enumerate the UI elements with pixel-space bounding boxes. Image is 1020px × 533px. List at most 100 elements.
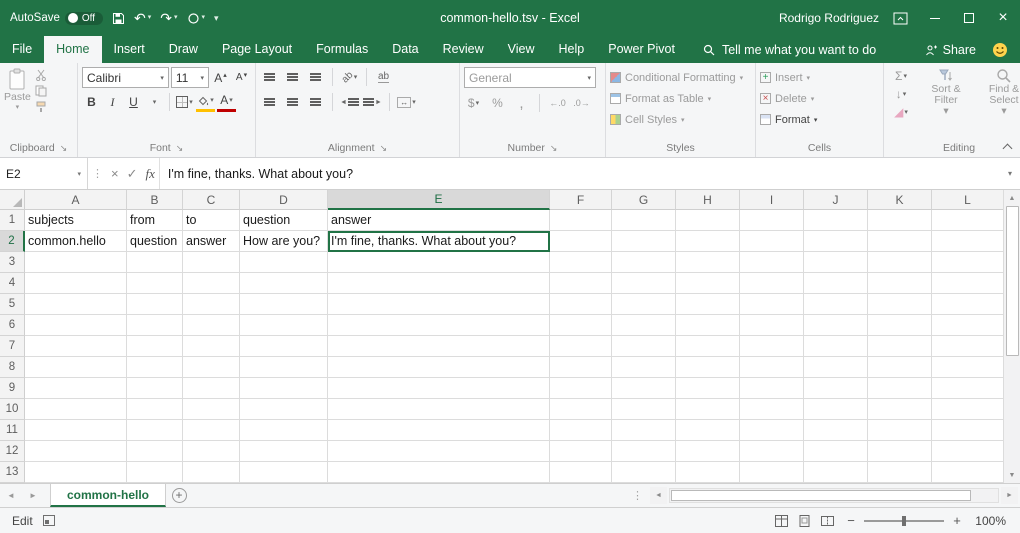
tab-view[interactable]: View <box>496 36 547 63</box>
cell-D2[interactable]: How are you? <box>240 231 328 252</box>
cell-K7[interactable] <box>868 336 932 357</box>
cell-B5[interactable] <box>127 294 183 315</box>
cell-C7[interactable] <box>183 336 240 357</box>
cell-K4[interactable] <box>868 273 932 294</box>
cell-D9[interactable] <box>240 378 328 399</box>
align-top-button[interactable] <box>260 67 279 87</box>
cell-H13[interactable] <box>676 462 740 483</box>
cell-E11[interactable] <box>328 420 550 441</box>
cell-K11[interactable] <box>868 420 932 441</box>
cell-H7[interactable] <box>676 336 740 357</box>
cell-H10[interactable] <box>676 399 740 420</box>
column-header-A[interactable]: A <box>25 190 127 210</box>
cell-J6[interactable] <box>804 315 868 336</box>
italic-button[interactable]: I <box>103 92 122 112</box>
cell-L3[interactable] <box>932 252 1003 273</box>
cell-B1[interactable]: from <box>127 210 183 231</box>
cell-J11[interactable] <box>804 420 868 441</box>
touch-mouse-mode-button[interactable]: ▾ <box>187 11 206 25</box>
customize-quick-access-button[interactable]: ▾ <box>214 11 219 25</box>
cell-I2[interactable] <box>740 231 804 252</box>
accounting-format-button[interactable]: $▾ <box>464 93 483 113</box>
cell-I13[interactable] <box>740 462 804 483</box>
cell-H2[interactable] <box>676 231 740 252</box>
cell-F5[interactable] <box>550 294 612 315</box>
vertical-scroll-thumb[interactable] <box>1006 206 1019 356</box>
cell-L2[interactable] <box>932 231 1003 252</box>
cell-E5[interactable] <box>328 294 550 315</box>
tab-review[interactable]: Review <box>431 36 496 63</box>
cell-A5[interactable] <box>25 294 127 315</box>
cell-G3[interactable] <box>612 252 676 273</box>
cell-J12[interactable] <box>804 441 868 462</box>
autosave-toggle[interactable]: AutoSave Off <box>10 12 103 25</box>
cell-A10[interactable] <box>25 399 127 420</box>
merge-center-button[interactable]: ↔▾ <box>397 92 416 112</box>
cell-H4[interactable] <box>676 273 740 294</box>
increase-font-size-button[interactable]: A▴ <box>211 68 230 88</box>
zoom-slider[interactable] <box>864 520 944 522</box>
cell-L10[interactable] <box>932 399 1003 420</box>
row-header-13[interactable]: 13 <box>0 462 25 483</box>
cell-D4[interactable] <box>240 273 328 294</box>
cell-D11[interactable] <box>240 420 328 441</box>
user-name[interactable]: Rodrigo Rodriguez <box>779 11 879 25</box>
cell-L4[interactable] <box>932 273 1003 294</box>
page-break-view-icon[interactable] <box>821 515 834 527</box>
row-header-11[interactable]: 11 <box>0 420 25 441</box>
cell-K2[interactable] <box>868 231 932 252</box>
cell-A1[interactable]: subjects <box>25 210 127 231</box>
underline-dropdown[interactable]: ▾ <box>145 92 164 112</box>
decrease-decimal-button[interactable]: .0→ <box>572 93 591 113</box>
column-header-L[interactable]: L <box>932 190 1003 210</box>
column-header-E[interactable]: E <box>328 190 550 210</box>
fill-color-button[interactable]: ▾ <box>196 92 215 112</box>
cell-A2[interactable]: common.hello <box>25 231 127 252</box>
cell-I9[interactable] <box>740 378 804 399</box>
font-dialog-launcher[interactable]: ↘ <box>176 144 184 153</box>
cell-G5[interactable] <box>612 294 676 315</box>
cell-F7[interactable] <box>550 336 612 357</box>
row-header-5[interactable]: 5 <box>0 294 25 315</box>
cell-F13[interactable] <box>550 462 612 483</box>
column-header-C[interactable]: C <box>183 190 240 210</box>
increase-decimal-button[interactable]: ←.0 <box>548 93 567 113</box>
cell-E3[interactable] <box>328 252 550 273</box>
cell-B4[interactable] <box>127 273 183 294</box>
align-left-button[interactable] <box>260 92 279 112</box>
tell-me-search[interactable]: Tell me what you want to do <box>703 36 876 63</box>
zoom-in-button[interactable]: + <box>952 513 962 528</box>
zoom-percentage[interactable]: 100% <box>970 514 1006 528</box>
cell-H1[interactable] <box>676 210 740 231</box>
cell-H3[interactable] <box>676 252 740 273</box>
cell-K8[interactable] <box>868 357 932 378</box>
tab-power-pivot[interactable]: Power Pivot <box>596 36 687 63</box>
cell-A12[interactable] <box>25 441 127 462</box>
cell-G12[interactable] <box>612 441 676 462</box>
cell-F6[interactable] <box>550 315 612 336</box>
cell-H9[interactable] <box>676 378 740 399</box>
tab-draw[interactable]: Draw <box>157 36 210 63</box>
cell-K9[interactable] <box>868 378 932 399</box>
cell-F11[interactable] <box>550 420 612 441</box>
scroll-down-button[interactable]: ▼ <box>1004 467 1020 483</box>
cell-B13[interactable] <box>127 462 183 483</box>
cell-C8[interactable] <box>183 357 240 378</box>
redo-dropdown-icon[interactable]: ▾ <box>174 11 178 25</box>
format-cells-button[interactable]: Format ▾ <box>760 109 879 130</box>
enter-button[interactable]: ✓ <box>127 166 138 182</box>
align-center-button[interactable] <box>283 92 302 112</box>
cell-L11[interactable] <box>932 420 1003 441</box>
name-box-dropdown-icon[interactable]: ▾ <box>77 170 81 178</box>
cell-F9[interactable] <box>550 378 612 399</box>
row-header-4[interactable]: 4 <box>0 273 25 294</box>
cell-J3[interactable] <box>804 252 868 273</box>
font-color-button[interactable]: A▾ <box>217 92 236 112</box>
cell-C2[interactable]: answer <box>183 231 240 252</box>
cell-K13[interactable] <box>868 462 932 483</box>
cell-B12[interactable] <box>127 441 183 462</box>
share-button[interactable]: Share <box>925 43 976 57</box>
cell-J13[interactable] <box>804 462 868 483</box>
align-middle-button[interactable] <box>283 67 302 87</box>
cell-B8[interactable] <box>127 357 183 378</box>
